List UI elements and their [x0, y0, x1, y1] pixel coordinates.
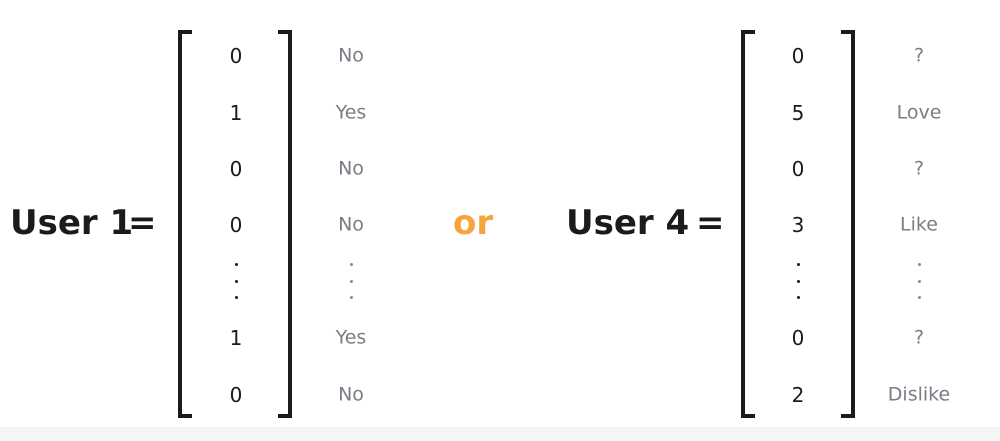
left-value-0: 0	[229, 44, 243, 68]
user-4-equals: =	[696, 203, 725, 243]
left-note-1: Yes	[335, 101, 367, 124]
left-value-ellipsis	[234, 263, 238, 299]
right-value-3: 3	[791, 213, 805, 237]
left-note-0: No	[338, 44, 364, 67]
left-vector-bracket-close	[278, 30, 292, 418]
left-note-ellipsis	[349, 263, 353, 299]
left-note-6: No	[338, 383, 364, 406]
left-value-6: 0	[229, 383, 243, 407]
right-value-2: 0	[791, 157, 805, 181]
right-value-0: 0	[791, 44, 805, 68]
right-value-1: 5	[791, 101, 805, 125]
bottom-band	[0, 427, 1000, 441]
right-note-1: Love	[896, 101, 942, 124]
right-value-5: 0	[791, 326, 805, 350]
left-note-3: No	[338, 213, 364, 236]
right-note-ellipsis	[917, 263, 921, 299]
left-note-2: No	[338, 157, 364, 180]
right-note-0: ?	[913, 44, 925, 67]
user-1-label: User 1	[10, 203, 134, 243]
user-1-equals: =	[128, 203, 157, 243]
left-value-3: 0	[229, 213, 243, 237]
right-vector-bracket-close	[841, 30, 855, 418]
right-note-6: Dislike	[887, 383, 951, 406]
right-note-5: ?	[913, 326, 925, 349]
left-value-1: 1	[229, 101, 243, 125]
left-value-5: 1	[229, 326, 243, 350]
left-vector-bracket-open	[178, 30, 192, 418]
right-note-3: Like	[900, 213, 938, 236]
right-value-ellipsis	[796, 263, 800, 299]
or-connector: or	[453, 203, 494, 243]
user-4-label: User 4	[566, 203, 690, 243]
right-note-2: ?	[913, 157, 925, 180]
left-value-2: 0	[229, 157, 243, 181]
right-value-6: 2	[791, 383, 805, 407]
left-note-5: Yes	[335, 326, 367, 349]
right-vector-bracket-open	[741, 30, 755, 418]
